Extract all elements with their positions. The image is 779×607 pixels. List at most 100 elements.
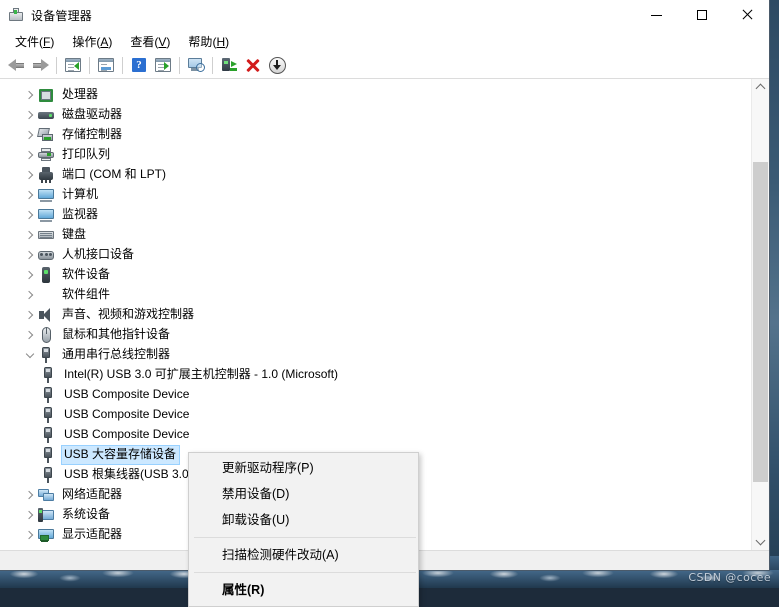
tree-item[interactable]: 监视器 <box>0 205 751 225</box>
tree-item-label: USB 根集线器(USB 3.0) <box>62 466 196 484</box>
tree-item[interactable]: 通用串行总线控制器 <box>0 345 751 365</box>
menu-file[interactable]: 文件(F) <box>6 31 63 52</box>
tree-item[interactable]: 磁盘驱动器 <box>0 105 751 125</box>
chevron-right-icon[interactable] <box>22 125 38 145</box>
tree-item[interactable]: USB Composite Device <box>0 405 751 425</box>
chevron-right-icon[interactable] <box>22 265 38 285</box>
menu-action[interactable]: 操作(A) <box>63 31 121 52</box>
tree-item-label: 监视器 <box>60 206 101 224</box>
chevron-right-icon[interactable] <box>22 85 38 105</box>
menu-file-label: 文件 <box>15 35 39 49</box>
tree-item-label: 计算机 <box>60 186 101 204</box>
scroll-down-button[interactable] <box>752 533 769 550</box>
tree-item-label: USB Composite Device <box>62 406 192 424</box>
scrollbar-thumb[interactable] <box>753 162 768 482</box>
device-context-menu[interactable]: 更新驱动程序(P)禁用设备(D)卸载设备(U) 扫描检测硬件改动(A) 属性(R) <box>188 452 419 607</box>
toolbar-separator <box>89 57 90 74</box>
toolbar-display-button[interactable] <box>184 54 208 76</box>
window-controls <box>634 0 769 30</box>
context-menu-item[interactable]: 扫描检测硬件改动(A) <box>189 542 418 568</box>
tree-item-label: 显示适配器 <box>60 526 125 544</box>
watermark: CSDN @cocee <box>688 571 771 584</box>
tree-item[interactable]: USB Composite Device <box>0 385 751 405</box>
tree-item-label: USB 大容量存储设备 <box>62 446 179 464</box>
chevron-right-icon[interactable] <box>22 185 38 205</box>
context-menu-item[interactable]: 更新驱动程序(P) <box>189 455 418 481</box>
properties-icon <box>98 58 114 72</box>
tree-item[interactable]: 端口 (COM 和 LPT) <box>0 165 751 185</box>
chevron-right-icon[interactable] <box>22 105 38 125</box>
toolbar-help-button[interactable]: ? <box>127 54 151 76</box>
usb-icon <box>38 347 54 363</box>
tree-item[interactable]: Intel(R) USB 3.0 可扩展主机控制器 - 1.0 (Microso… <box>0 365 751 385</box>
maximize-icon <box>697 10 707 20</box>
tree-item[interactable]: 声音、视频和游戏控制器 <box>0 305 751 325</box>
tree-item[interactable]: 打印队列 <box>0 145 751 165</box>
usb-icon <box>40 467 56 483</box>
chevron-down-icon[interactable] <box>22 345 38 365</box>
tree-item-label: 鼠标和其他指针设备 <box>60 326 173 344</box>
close-icon <box>741 9 753 21</box>
tree-item-label: 键盘 <box>60 226 89 244</box>
tree-item[interactable]: USB Composite Device <box>0 425 751 445</box>
chevron-right-icon[interactable] <box>22 245 38 265</box>
tree-item[interactable]: 键盘 <box>0 225 751 245</box>
usb-icon <box>40 387 56 403</box>
processor-icon <box>38 87 54 103</box>
chevron-down-icon <box>756 536 766 546</box>
toolbar-show-hidden-devices-button[interactable] <box>61 54 85 76</box>
chevron-right-icon[interactable] <box>22 525 38 545</box>
menu-action-accel: A <box>100 35 108 49</box>
back-icon <box>8 59 25 72</box>
tree-item[interactable]: 计算机 <box>0 185 751 205</box>
chevron-right-icon[interactable] <box>22 305 38 325</box>
menu-view[interactable]: 查看(V) <box>121 31 179 52</box>
device-manager-icon <box>8 7 24 23</box>
context-menu-item[interactable]: 属性(R) <box>189 577 418 603</box>
menu-help[interactable]: 帮助(H) <box>179 31 238 52</box>
minimize-button[interactable] <box>634 0 679 30</box>
tree-item-label: 存储控制器 <box>60 126 125 144</box>
toolbar-properties-button[interactable] <box>94 54 118 76</box>
tree-item[interactable]: 软件设备 <box>0 265 751 285</box>
toolbar-update-driver-button[interactable] <box>217 54 241 76</box>
port-icon <box>38 167 54 183</box>
chevron-right-icon[interactable] <box>22 285 38 305</box>
tree-item[interactable]: 处理器 <box>0 85 751 105</box>
chevron-right-icon[interactable] <box>22 225 38 245</box>
chevron-right-icon[interactable] <box>22 205 38 225</box>
toolbar-back-button[interactable] <box>4 54 28 76</box>
tree-item[interactable]: 人机接口设备 <box>0 245 751 265</box>
menu-help-accel: H <box>216 35 225 49</box>
title-bar[interactable]: 设备管理器 <box>0 0 769 30</box>
close-button[interactable] <box>724 0 769 30</box>
tree-item-label: 通用串行总线控制器 <box>60 346 173 364</box>
uninstall-device-icon <box>246 58 260 72</box>
toolbar-uninstall-device-button[interactable] <box>241 54 265 76</box>
vertical-scrollbar[interactable] <box>751 79 769 550</box>
toolbar-download-button[interactable] <box>265 54 289 76</box>
network-adapter-icon <box>38 487 54 503</box>
toolbar-forward-button[interactable] <box>28 54 52 76</box>
system-device-icon <box>38 507 54 523</box>
maximize-button[interactable] <box>679 0 724 30</box>
tree-item-label: 端口 (COM 和 LPT) <box>60 166 169 184</box>
menu-view-label: 查看 <box>130 35 154 49</box>
scroll-up-button[interactable] <box>752 79 769 96</box>
chevron-right-icon[interactable] <box>22 165 38 185</box>
tree-item-label: 打印队列 <box>60 146 113 164</box>
context-menu-item[interactable]: 卸载设备(U) <box>189 507 418 533</box>
chevron-right-icon[interactable] <box>22 145 38 165</box>
menu-action-label: 操作 <box>72 35 96 49</box>
context-menu-item[interactable]: 禁用设备(D) <box>189 481 418 507</box>
keyboard-icon <box>38 227 54 243</box>
tree-item[interactable]: 存储控制器 <box>0 125 751 145</box>
chevron-right-icon[interactable] <box>22 505 38 525</box>
tree-item[interactable]: 软件组件 <box>0 285 751 305</box>
tree-item-label: 网络适配器 <box>60 486 125 504</box>
toolbar-scan-hardware-button[interactable] <box>151 54 175 76</box>
tree-item[interactable]: 鼠标和其他指针设备 <box>0 325 751 345</box>
chevron-right-icon[interactable] <box>22 485 38 505</box>
chevron-right-icon[interactable] <box>22 325 38 345</box>
usb-icon <box>40 407 56 423</box>
